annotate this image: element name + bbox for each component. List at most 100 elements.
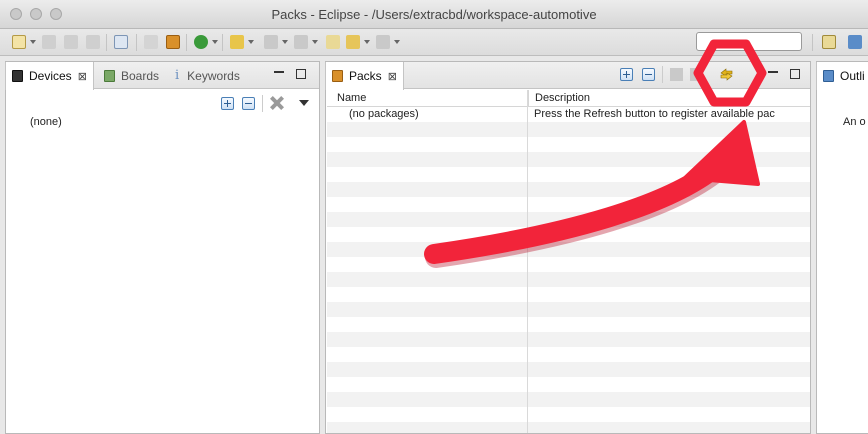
pack-description-cell: Press the Refresh button to register ava… bbox=[534, 108, 775, 120]
java-perspective-icon[interactable] bbox=[848, 35, 862, 49]
table-row bbox=[327, 407, 810, 422]
column-header-name[interactable]: Name bbox=[327, 90, 528, 107]
packs-grid-icon[interactable] bbox=[670, 68, 683, 81]
tab-outline-label: Outli bbox=[840, 69, 865, 83]
table-row[interactable]: (no packages) Press the Refresh button t… bbox=[327, 107, 810, 122]
devices-panel: Devices ⊠ Boards i Keywords (none) bbox=[5, 61, 320, 434]
next-annotation-icon[interactable] bbox=[264, 35, 278, 49]
outline-panel: Outli An o bbox=[816, 61, 868, 434]
table-row bbox=[327, 197, 810, 212]
pack-name-cell: (no packages) bbox=[349, 108, 419, 120]
toolbar-separator bbox=[812, 34, 813, 51]
go-forward-icon[interactable] bbox=[376, 35, 390, 49]
table-row bbox=[327, 242, 810, 257]
table-row bbox=[327, 257, 810, 272]
chevron-down-icon[interactable] bbox=[212, 40, 218, 44]
refresh-icon[interactable] bbox=[719, 67, 734, 82]
debug-icon[interactable] bbox=[194, 35, 208, 49]
table-row bbox=[327, 227, 810, 242]
devices-empty-text: (none) bbox=[30, 116, 62, 128]
chevron-down-icon[interactable] bbox=[394, 40, 400, 44]
view-toolbar-separator bbox=[662, 66, 663, 83]
packs-table-body: (no packages) Press the Refresh button t… bbox=[327, 107, 810, 433]
packs-table-header: Name Description bbox=[327, 90, 810, 107]
external-tools-icon[interactable] bbox=[230, 35, 244, 49]
table-row bbox=[327, 212, 810, 227]
outline-empty-text: An o bbox=[843, 116, 866, 128]
packs-tabbar: Packs ⊠ bbox=[325, 62, 810, 90]
maximize-view-button[interactable] bbox=[790, 69, 800, 79]
table-row bbox=[327, 317, 810, 332]
forward-icon[interactable] bbox=[346, 35, 360, 49]
close-icon[interactable]: ⊠ bbox=[388, 70, 397, 83]
window-title: Packs - Eclipse - /Users/extracbd/worksp… bbox=[271, 7, 597, 22]
table-row bbox=[327, 347, 810, 362]
packs-icon[interactable] bbox=[166, 35, 180, 49]
tab-keywords[interactable]: i Keywords bbox=[169, 62, 246, 89]
remove-icon[interactable] bbox=[690, 68, 703, 81]
chevron-down-icon[interactable] bbox=[30, 40, 36, 44]
table-row bbox=[327, 272, 810, 287]
maximize-view-button[interactable] bbox=[296, 69, 306, 79]
tab-packs[interactable]: Packs ⊠ bbox=[325, 62, 404, 90]
table-row bbox=[327, 122, 810, 137]
table-row bbox=[327, 362, 810, 377]
tab-outline[interactable]: Outli bbox=[816, 62, 868, 90]
table-row bbox=[327, 392, 810, 407]
table-row bbox=[327, 422, 810, 433]
outline-tabbar: Outli bbox=[816, 62, 868, 90]
column-header-description[interactable]: Description bbox=[528, 90, 813, 107]
close-icon[interactable]: ⊠ bbox=[78, 70, 87, 83]
info-icon: i bbox=[175, 68, 180, 83]
boards-icon bbox=[104, 69, 115, 82]
tab-boards-label: Boards bbox=[121, 68, 160, 83]
toolbar-separator bbox=[106, 34, 107, 51]
eclipse-window: Packs - Eclipse - /Users/extracbd/worksp… bbox=[0, 0, 868, 434]
toolbar-separator bbox=[136, 34, 137, 51]
save-icon[interactable] bbox=[42, 35, 56, 49]
chevron-down-icon[interactable] bbox=[282, 40, 288, 44]
print-icon[interactable] bbox=[86, 35, 100, 49]
packs-icon bbox=[332, 70, 343, 82]
chevron-down-icon[interactable] bbox=[312, 40, 318, 44]
save-all-icon[interactable] bbox=[64, 35, 78, 49]
new-icon[interactable] bbox=[12, 35, 26, 49]
quick-access-search-input[interactable] bbox=[696, 32, 802, 51]
table-row bbox=[327, 332, 810, 347]
minimize-view-button[interactable] bbox=[768, 71, 778, 73]
title-bar: Packs - Eclipse - /Users/extracbd/worksp… bbox=[0, 0, 868, 29]
collapse-all-button[interactable] bbox=[642, 68, 655, 81]
build-icon[interactable] bbox=[144, 35, 158, 49]
back-icon[interactable] bbox=[326, 35, 340, 49]
expand-all-button[interactable] bbox=[221, 97, 234, 110]
toolbar-separator bbox=[186, 34, 187, 51]
minimize-view-button[interactable] bbox=[274, 71, 284, 73]
table-row bbox=[327, 377, 810, 392]
remove-filter-icon[interactable] bbox=[270, 96, 284, 110]
refresh-icon-graphic bbox=[720, 68, 733, 81]
binary-icon[interactable] bbox=[114, 35, 128, 49]
view-toolbar-separator bbox=[262, 95, 263, 112]
view-menu-icon[interactable] bbox=[299, 100, 309, 106]
open-perspective-icon[interactable] bbox=[822, 35, 836, 49]
table-row bbox=[327, 287, 810, 302]
tab-devices[interactable]: Devices ⊠ bbox=[5, 62, 94, 90]
devices-icon bbox=[12, 70, 23, 82]
table-row bbox=[327, 137, 810, 152]
previous-annotation-icon[interactable] bbox=[294, 35, 308, 49]
devices-tabbar: Devices ⊠ Boards i Keywords bbox=[5, 62, 319, 90]
table-row bbox=[327, 182, 810, 197]
main-toolbar bbox=[0, 29, 868, 56]
chevron-down-icon[interactable] bbox=[364, 40, 370, 44]
table-row bbox=[327, 167, 810, 182]
column-divider[interactable] bbox=[527, 90, 528, 433]
tab-boards[interactable]: Boards bbox=[98, 62, 165, 89]
chevron-down-icon[interactable] bbox=[248, 40, 254, 44]
outline-icon bbox=[823, 70, 834, 82]
collapse-all-button[interactable] bbox=[242, 97, 255, 110]
expand-all-button[interactable] bbox=[620, 68, 633, 81]
packs-panel: Packs ⊠ Name Description (no packages) P… bbox=[325, 61, 811, 434]
toolbar-separator bbox=[222, 34, 223, 51]
tab-packs-label: Packs bbox=[349, 69, 382, 83]
tab-keywords-label: Keywords bbox=[187, 68, 240, 83]
